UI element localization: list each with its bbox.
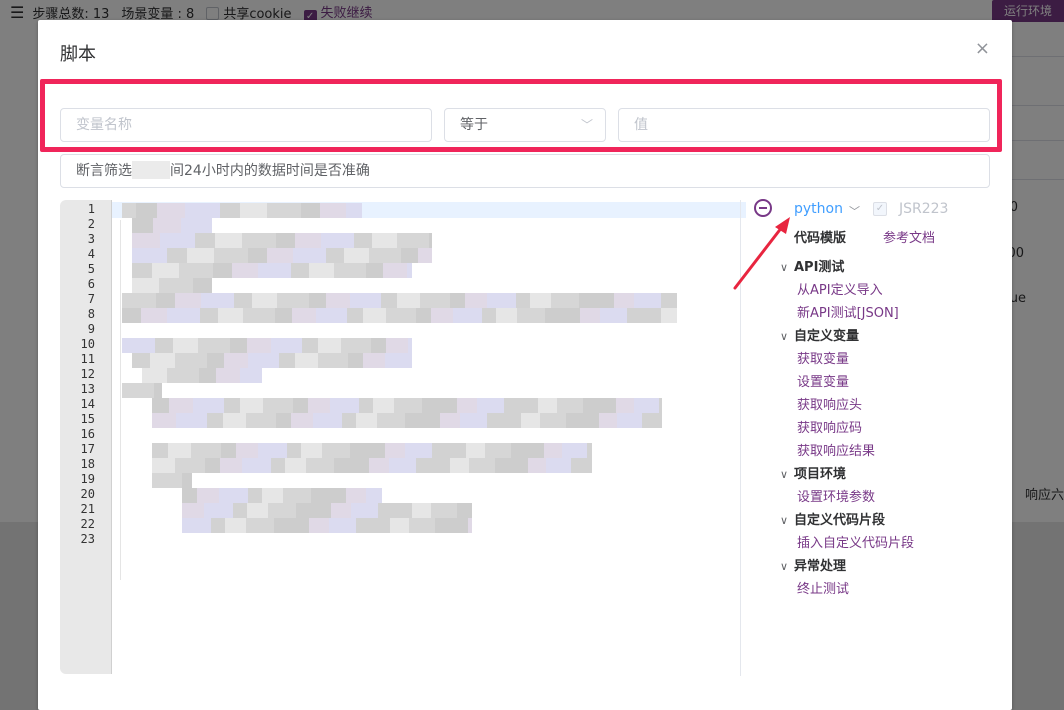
script-dialog: 脚本 × 变量名称 等于 ﹀ 值 断言筛选 间24小时内的数据时间是否准确 123… [38,20,1012,710]
annotation-arrow [733,217,790,290]
